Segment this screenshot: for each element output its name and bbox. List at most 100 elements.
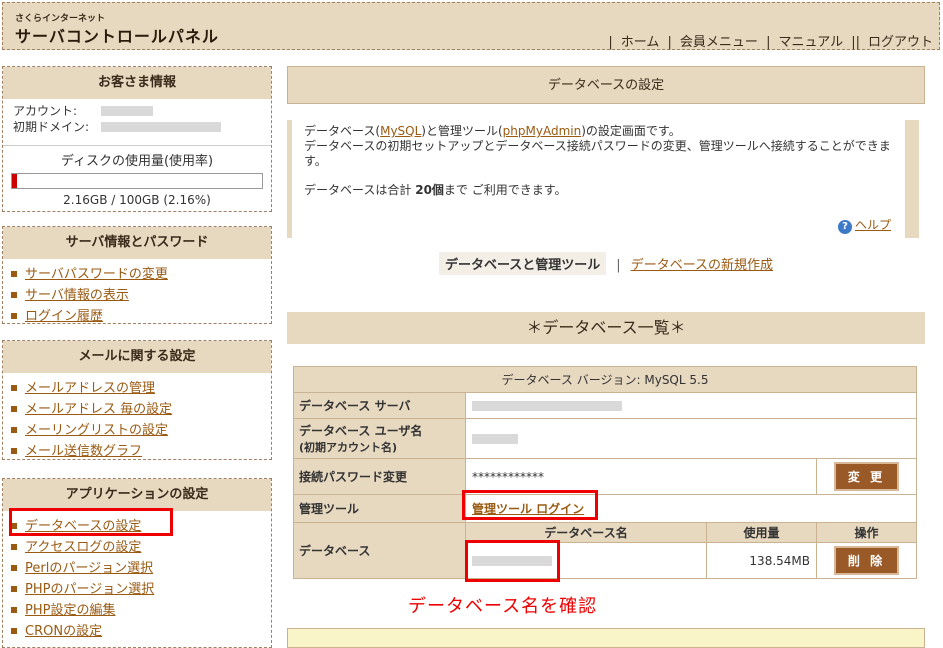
disk-usage-text: 2.16GB / 100GB (2.16%) (63, 193, 211, 207)
sidebar-link[interactable]: メーリングリストの設定 (25, 423, 168, 438)
db-table: データベース バージョン: MySQL 5.5 データベース サーバ データベー… (293, 366, 917, 579)
sidebar-link[interactable]: メールアドレスの管理 (25, 381, 155, 396)
intro-panel: データベース(MySQL)と管理ツール(phpMyAdmin)の設定画面です。 … (287, 120, 919, 238)
bullet-icon (11, 427, 17, 433)
bullet-icon (11, 385, 17, 391)
help-label[interactable]: ヘルプ (855, 218, 891, 232)
sidebar-item-mailing-list[interactable]: メーリングリストの設定 (11, 420, 263, 441)
sidebar-link[interactable]: CRONの設定 (25, 624, 102, 639)
col-action: 操作 (816, 522, 917, 543)
intro-suffix: )の設定画面です。 (581, 124, 681, 138)
db-label: データベース (293, 522, 466, 579)
intro-mid: )と管理ツール( (421, 124, 503, 138)
intro-count-suffix: まで ご利用できます。 (443, 183, 567, 197)
phpmyadmin-link[interactable]: phpMyAdmin (503, 124, 582, 138)
help-link[interactable]: ? ヘルプ (837, 218, 891, 234)
disk-usage-bar (11, 173, 263, 189)
sidebar-item-mail-graph[interactable]: メール送信数グラフ (11, 441, 263, 462)
bullet-icon (11, 313, 17, 319)
bullet-icon (11, 406, 17, 412)
sidebar-item-mail-per-address[interactable]: メールアドレス 毎の設定 (11, 399, 263, 420)
annotation-text: データベース名を確認 (408, 596, 598, 617)
tab-separator: | (616, 258, 621, 273)
disk-usage-fill (12, 174, 18, 188)
domain-label: 初期ドメイン: (13, 120, 90, 134)
account-box: お客さま情報 アカウント: 初期ドメイン: ディスクの使用量(使用率) 2.16… (2, 66, 272, 212)
sub-tabs: データベースと管理ツール | データベースの新規作成 (287, 252, 925, 276)
change-button[interactable]: 変 更 (833, 462, 900, 491)
sidebar-item-server-password[interactable]: サーバパスワードの変更 (11, 264, 263, 285)
nav-logout[interactable]: ログアウト (868, 35, 933, 50)
mail-box: メールに関する設定 メールアドレスの管理 メールアドレス 毎の設定 メーリングリ… (2, 340, 272, 460)
sidebar-item-php-settings[interactable]: PHP設定の編集 (11, 600, 263, 621)
top-nav: | ホーム | 会員メニュー | マニュアル || ログアウト (608, 35, 933, 50)
domain-value-masked (101, 122, 221, 132)
nav-home[interactable]: ホーム (621, 35, 660, 50)
disk-usage-title: ディスクの使用量(使用率) (3, 145, 271, 169)
masked-value (472, 433, 518, 444)
highlight-box-db-name (465, 540, 560, 582)
col-usage: 使用量 (706, 522, 817, 543)
sidebar-item-access-log[interactable]: アクセスログの設定 (11, 537, 263, 558)
server-info-title: サーバ情報とパスワード (3, 227, 271, 259)
change-cell: 変 更 (816, 458, 917, 495)
mail-title: メールに関する設定 (3, 341, 271, 373)
sidebar-link[interactable]: サーバ情報の表示 (25, 288, 129, 303)
bullet-icon (11, 292, 17, 298)
highlight-box-sidebar (9, 508, 173, 536)
sidebar-item-php-version[interactable]: PHPのパージョン選択 (11, 579, 263, 600)
db-user-label-2: (初期アカウント名) (299, 441, 398, 454)
bullet-icon (11, 271, 17, 277)
sidebar-item-mail-address[interactable]: メールアドレスの管理 (11, 378, 263, 399)
app-box: アプリケーションの設定 データベースの設定 アクセスログの設定 Perlのパージ… (2, 478, 272, 648)
intro-count: データベースは合計 20個まで ご利用できます。 (304, 183, 893, 198)
tab-new-db[interactable]: データベースの新規作成 (631, 258, 773, 273)
account-title: お客さま情報 (3, 67, 271, 99)
delete-cell: 削 除 (816, 542, 917, 579)
db-server-value (465, 392, 917, 419)
sidebar-item-login-history[interactable]: ログイン履歴 (11, 306, 263, 327)
sidebar-link[interactable]: メールアドレス 毎の設定 (25, 402, 172, 417)
db-server-label: データベース サーバ (293, 392, 466, 419)
sidebar-link[interactable]: ログイン履歴 (25, 309, 103, 324)
sidebar-link[interactable]: サーバパスワードの変更 (25, 267, 168, 282)
sidebar-link[interactable]: Perlのパージョン選択 (25, 561, 153, 576)
server-info-box: サーバ情報とパスワード サーバパスワードの変更 サーバ情報の表示 ログイン履歴 (2, 226, 272, 324)
db-user-value (465, 418, 917, 459)
sidebar-item-cron[interactable]: CRONの設定 (11, 621, 263, 642)
mysql-link[interactable]: MySQL (380, 124, 421, 138)
intro-text: データベース(MySQL)と管理ツール(phpMyAdmin)の設定画面です。 … (304, 124, 893, 169)
sidebar-link[interactable]: PHP設定の編集 (25, 603, 115, 618)
intro-prefix: データベース( (304, 124, 381, 138)
bullet-icon (11, 586, 17, 592)
nav-manual[interactable]: マニュアル (778, 35, 843, 50)
password-label: 接続パスワード変更 (293, 458, 466, 495)
intro-line2: データベースの初期セットアップとデータベース接続パスワードの変更、管理ツールへ接… (304, 139, 891, 168)
account-value-masked (101, 106, 153, 116)
account-label: アカウント: (13, 104, 78, 118)
sidebar-link[interactable]: アクセスログの設定 (25, 540, 141, 555)
tab-db-and-tools[interactable]: データベースと管理ツール (438, 252, 607, 275)
sidebar-link[interactable]: PHPのパージョン選択 (25, 582, 154, 597)
intro-count-prefix: データベースは合計 (304, 183, 416, 197)
bottom-panel (287, 628, 925, 648)
sidebar-item-server-info[interactable]: サーバ情報の表示 (11, 285, 263, 306)
page-title: データベースの設定 (287, 66, 925, 104)
db-version-header: データベース バージョン: MySQL 5.5 (293, 366, 917, 393)
highlight-box-tool-login (462, 490, 598, 520)
sidebar-item-perl-version[interactable]: Perlのパージョン選択 (11, 558, 263, 579)
delete-button[interactable]: 削 除 (833, 546, 900, 575)
masked-value (472, 400, 622, 411)
tool-label: 管理ツール (293, 494, 466, 523)
intro-count-value: 20個 (415, 183, 444, 197)
bullet-icon (11, 448, 17, 454)
help-icon: ? (837, 220, 852, 234)
db-usage-value: 138.54MB (706, 542, 817, 579)
nav-member-menu[interactable]: 会員メニュー (680, 35, 758, 50)
app-title: アプリケーションの設定 (3, 479, 271, 511)
header-bar: さくらインターネット サーバコントロールパネル | ホーム | 会員メニュー | マニ… (2, 2, 940, 50)
logo: サーバコントロールパネル (15, 27, 219, 46)
db-user-label-1: データベース ユーザ名 (299, 424, 423, 438)
db-user-label: データベース ユーザ名 (初期アカウント名) (293, 418, 466, 459)
sidebar-link[interactable]: メール送信数グラフ (25, 444, 142, 459)
